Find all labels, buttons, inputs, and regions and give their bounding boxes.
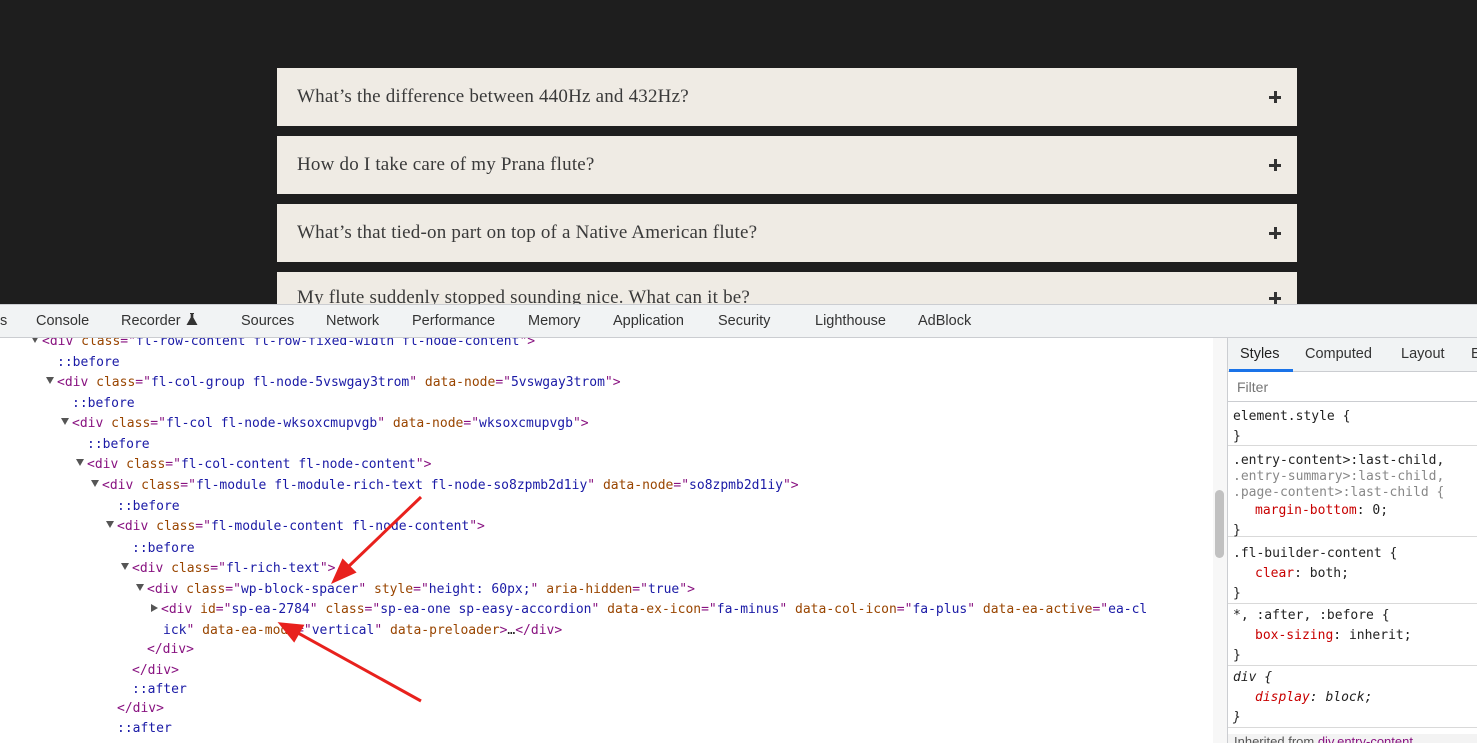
rule-selector: element.style {	[1233, 409, 1351, 424]
style-rule[interactable]: .fl-builder-content { clear: both; }	[1228, 544, 1477, 604]
collapse-triangle-icon[interactable]	[61, 418, 69, 425]
dom-node[interactable]: <div class="fl-col-content fl-node-conte…	[76, 455, 431, 475]
elements-tree[interactable]: <div class="fl-row-content fl-row-fixed-…	[0, 338, 1213, 743]
tab-event-listeners[interactable]: E	[1471, 346, 1477, 362]
rule-end: }	[1233, 710, 1241, 725]
faq-question: What’s the difference between 440Hz and …	[297, 86, 689, 107]
dom-node[interactable]: <div class="fl-module fl-module-rich-tex…	[91, 476, 799, 496]
page-viewport: What’s the difference between 440Hz and …	[0, 0, 1477, 304]
property-name[interactable]: margin-bottom	[1255, 503, 1357, 518]
inherited-target-link[interactable]: div.entry-content	[1318, 734, 1413, 743]
faq-item[interactable]: How do I take care of my Prana flute?	[277, 136, 1297, 194]
plus-icon[interactable]	[1269, 227, 1281, 239]
expand-triangle-icon[interactable]	[151, 604, 158, 612]
property-name[interactable]: box-sizing	[1255, 628, 1333, 643]
inherited-from-header: Inherited from div.entry-content	[1228, 734, 1477, 743]
rule-selector: .fl-builder-content {	[1233, 546, 1398, 561]
collapse-triangle-icon[interactable]	[136, 584, 144, 591]
property-value[interactable]: both;	[1310, 566, 1349, 581]
collapse-triangle-icon[interactable]	[106, 521, 114, 528]
style-rule[interactable]: element.style { }	[1228, 407, 1477, 446]
active-tab-indicator	[1229, 369, 1293, 372]
styles-filter-input[interactable]	[1228, 373, 1477, 402]
dom-node[interactable]: <div class="fl-col fl-node-wksoxcmupvgb"…	[61, 414, 589, 434]
collapse-triangle-icon[interactable]	[91, 480, 99, 487]
styles-tab-bar: Styles Computed Layout E	[1228, 338, 1477, 372]
dom-close-tag[interactable]: </div>	[132, 661, 179, 681]
faq-question: What’s that tied-on part on top of a Nat…	[297, 222, 758, 243]
rule-end: }	[1233, 648, 1241, 663]
tab-layout[interactable]: Layout	[1401, 346, 1445, 362]
rule-selector: .page-content>:last-child {	[1233, 485, 1445, 500]
faq-item[interactable]: What’s the difference between 440Hz and …	[277, 68, 1297, 126]
plus-icon[interactable]	[1269, 159, 1281, 171]
dom-node[interactable]: <div class="fl-col-group fl-node-5vswgay…	[46, 373, 621, 393]
plus-icon[interactable]	[1269, 292, 1281, 304]
dom-pseudo[interactable]: ::before	[117, 497, 180, 517]
tab-network[interactable]: Network	[326, 313, 379, 329]
dom-node-selected[interactable]: <div id="sp-ea-2784" class="sp-ea-one sp…	[151, 600, 1147, 620]
tab-styles[interactable]: Styles	[1240, 346, 1280, 362]
dom-pseudo[interactable]: ::before	[87, 435, 150, 455]
dom-pseudo[interactable]: ::before	[72, 394, 135, 414]
tab-computed[interactable]: Computed	[1305, 346, 1372, 362]
collapse-triangle-icon[interactable]	[121, 563, 129, 570]
style-rule[interactable]: .entry-content>:last-child, .entry-summa…	[1228, 453, 1477, 538]
dom-pseudo[interactable]: ::after	[132, 680, 187, 700]
tab-application[interactable]: Application	[613, 313, 684, 329]
property-value[interactable]: inherit;	[1349, 628, 1412, 643]
elements-scrollbar-thumb[interactable]	[1215, 490, 1224, 558]
rule-selector: .entry-summary>:last-child,	[1233, 469, 1445, 484]
collapse-triangle-icon[interactable]	[76, 459, 84, 466]
faq-item[interactable]: My flute suddenly stopped sounding nice.…	[277, 272, 1297, 304]
property-value[interactable]: 0;	[1372, 503, 1388, 518]
faq-question: How do I take care of my Prana flute?	[297, 154, 595, 175]
dom-node[interactable]: <div class="fl-module-content fl-node-co…	[106, 517, 485, 537]
plus-icon[interactable]	[1269, 91, 1281, 103]
collapse-triangle-icon[interactable]	[31, 338, 39, 343]
rule-selector: .entry-content>:last-child,	[1233, 453, 1445, 468]
faq-item[interactable]: What’s that tied-on part on top of a Nat…	[277, 204, 1297, 262]
dom-node[interactable]: <div class="fl-rich-text">	[121, 559, 336, 579]
tab-console[interactable]: Console	[36, 313, 89, 329]
dom-pseudo[interactable]: ::before	[132, 539, 195, 559]
styles-pane: Styles Computed Layout E element.style {…	[1228, 338, 1477, 743]
tab-performance[interactable]: Performance	[412, 313, 495, 329]
rule-end: }	[1233, 429, 1241, 444]
rule-end: }	[1233, 523, 1241, 538]
tab-sources[interactable]: Sources	[241, 313, 294, 329]
tab-adblock[interactable]: AdBlock	[918, 313, 971, 329]
dom-pseudo[interactable]: ::before	[57, 353, 120, 373]
dom-node-wrap[interactable]: ick" data-ea-mode="vertical" data-preloa…	[163, 621, 562, 641]
rule-selector: *, :after, :before {	[1233, 608, 1390, 623]
dom-node[interactable]: <div class="wp-block-spacer" style="heig…	[136, 580, 695, 600]
tab-memory[interactable]: Memory	[528, 313, 580, 329]
property-name[interactable]: clear	[1255, 566, 1294, 581]
dom-pseudo[interactable]: ::after	[117, 719, 172, 739]
tab-security[interactable]: Security	[718, 313, 770, 329]
devtools-tab-bar: s Console Recorder Sources Network Perfo…	[0, 304, 1477, 338]
collapse-triangle-icon[interactable]	[46, 377, 54, 384]
faq-question: My flute suddenly stopped sounding nice.…	[297, 287, 751, 304]
dom-close-tag[interactable]: </div>	[147, 640, 194, 660]
tab-elements[interactable]: s	[0, 313, 7, 329]
tab-recorder[interactable]: Recorder	[121, 313, 198, 329]
dom-close-tag[interactable]: </div>	[117, 699, 164, 719]
style-rule-user-agent[interactable]: div { display: block; }	[1228, 668, 1477, 728]
inherited-label: Inherited from	[1234, 734, 1315, 743]
dom-node[interactable]: <div class="fl-row-content fl-row-fixed-…	[31, 338, 535, 352]
flask-icon	[186, 313, 198, 325]
rule-selector: div {	[1233, 670, 1273, 685]
property-name[interactable]: display	[1255, 690, 1310, 705]
rule-end: }	[1233, 586, 1241, 601]
style-rule[interactable]: *, :after, :before { box-sizing: inherit…	[1228, 606, 1477, 666]
property-value[interactable]: block;	[1325, 690, 1372, 705]
tab-recorder-label: Recorder	[121, 313, 181, 329]
tab-lighthouse[interactable]: Lighthouse	[815, 313, 886, 329]
